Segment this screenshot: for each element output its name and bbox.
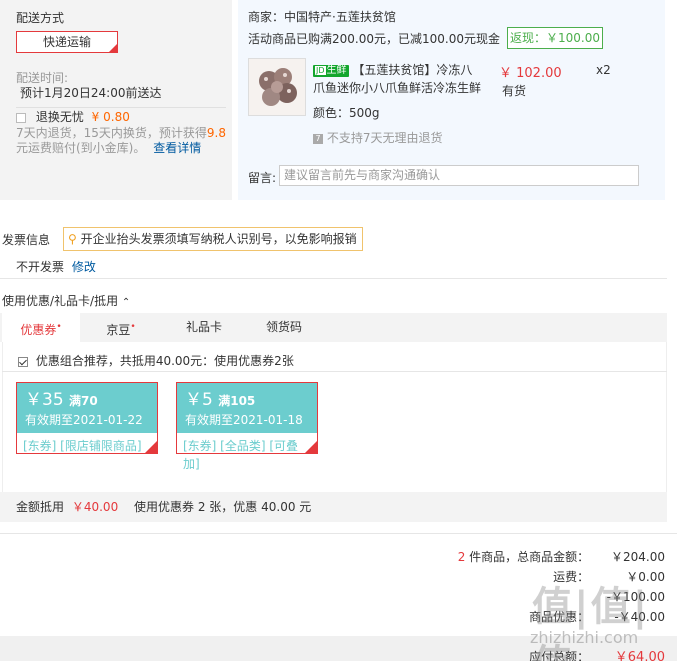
coupon-card[interactable]: ￥35 满70 有效期至2021-01-22 [东券] [限店铺限商品]	[16, 382, 158, 454]
summary-description: 使用优惠券 2 张，优惠 40.00 元	[134, 500, 312, 514]
product-thumbnail[interactable]	[248, 58, 306, 116]
goods-total-row: 2 件商品，总商品金额： ￥204.00	[458, 548, 665, 565]
tab-gift-card[interactable]: 礼品卡	[164, 313, 244, 342]
merchant-name: 商家：中国特产·五莲扶贫馆	[248, 10, 396, 24]
coupon-card[interactable]: ￥5 满105 有效期至2021-01-18 [东券] [全品类] [可叠加]	[176, 382, 318, 471]
coupon-amount: ￥35	[25, 390, 64, 410]
coupon-amount-row: ￥35 满70	[25, 389, 149, 412]
invoice-tip: ⚲ 开企业抬头发票须填写纳税人识别号，以免影响报销	[63, 227, 363, 251]
product-quantity: x2	[596, 63, 611, 77]
goods-total-value: ￥204.00	[611, 550, 665, 564]
coupon-condition: 满70	[69, 394, 98, 408]
product-spec: 颜色：500g	[313, 106, 380, 120]
insurance-points: 9.8	[206, 126, 226, 140]
insurance-desc-text: 7天内退货，15天内换货，预计获得	[16, 126, 207, 140]
coupon-expiry: 有效期至2021-01-22	[25, 413, 143, 427]
coupon-condition: 满105	[218, 394, 256, 408]
tab-label: 优惠券	[20, 323, 57, 337]
item-count: 2	[457, 550, 466, 564]
tab-dot: •	[56, 322, 62, 332]
product-price: ￥ 102.00	[499, 66, 562, 81]
invoice-edit-link[interactable]: 修改	[72, 260, 96, 274]
selected-check-icon	[145, 441, 157, 453]
selected-check-icon	[305, 441, 317, 453]
invoice-value: 不开发票	[16, 260, 65, 274]
stock-status: 有货	[502, 84, 527, 98]
promo-text: 活动商品已购满200.00元，已减100.00元现金	[248, 32, 500, 46]
watermark: 值|值|值	[532, 584, 650, 661]
coupon-scope: [东券] [限店铺限商品]	[23, 439, 142, 453]
cashback-badge: 返现：￥100.00	[507, 27, 603, 49]
discount-section-toggle[interactable]: 使用优惠/礼品卡/抵用 ⌃	[2, 292, 130, 309]
shipping-title: 配送方式	[16, 11, 65, 25]
divider	[2, 371, 667, 372]
product-name[interactable]: JD 生鲜 【五莲扶贫馆】冷冻八 爪鱼迷你小八爪鱼鲜活冷冻生鲜	[313, 61, 493, 97]
product-name-line2: 爪鱼迷你小八爪鱼鲜活冷冻生鲜	[313, 81, 482, 95]
insurance-label: 退换无忧	[35, 110, 84, 124]
invoice-tip-text: 开企业抬头发票须填写纳税人识别号，以免影响报销	[80, 232, 357, 246]
discount-section-title: 使用优惠/礼品卡/抵用	[2, 294, 119, 308]
insurance-price: ¥ 0.80	[91, 110, 130, 124]
tab-jingdou[interactable]: 京豆•	[82, 313, 160, 342]
insurance-row: 退换无忧 ¥ 0.80	[16, 108, 130, 125]
goods-total-label: 件商品，总商品金额：	[469, 550, 590, 564]
summary-amount: ￥40.00	[71, 500, 119, 514]
tab-coupons[interactable]: 优惠券•	[2, 313, 80, 342]
message-placeholder: 建议留言前先与商家沟通确认	[284, 168, 441, 182]
invoice-value-row: 不开发票 修改	[16, 258, 96, 275]
coupon-face: ￥5 满105 有效期至2021-01-18	[177, 383, 317, 433]
insurance-description: 7天内退货，15天内换货，预计获得9.8 元运费赔付(到小金库)。 查看详情	[16, 126, 230, 156]
express-shipping-label: 快递运输	[42, 35, 91, 49]
tab-dot: •	[130, 322, 136, 332]
insurance-desc-text-2: 元运费赔付(到小金库)。	[16, 141, 146, 155]
tab-label: 京豆	[106, 323, 131, 337]
insurance-checkbox[interactable]	[16, 112, 26, 123]
chevron-up-icon: ⌃	[121, 297, 131, 308]
coupon-summary: 金额抵用 ￥40.00 使用优惠券 2 张，优惠 40.00 元	[0, 492, 667, 522]
tab-label: 礼品卡	[185, 320, 222, 334]
summary-label: 金额抵用	[16, 500, 65, 514]
coupon-face: ￥35 满70 有效期至2021-01-22	[17, 383, 157, 433]
no-return-notice: 7 不支持7天无理由退货	[313, 129, 442, 146]
combo-recommend-row: 优惠组合推荐，共抵用40.00元：使用优惠券2张	[18, 352, 294, 369]
tab-label: 领货码	[265, 320, 302, 334]
combo-checkbox[interactable]	[18, 356, 28, 367]
fresh-tag-label: 生鲜	[326, 65, 347, 76]
message-input[interactable]: 建议留言前先与商家沟通确认	[279, 165, 639, 186]
location-pin-icon: ⚲	[68, 232, 77, 246]
combo-text: 优惠组合推荐，共抵用40.00元：使用优惠券2张	[35, 354, 294, 368]
divider	[0, 533, 677, 534]
watermark-url: zhizhizhi.com	[530, 628, 639, 647]
fresh-tag: JD 生鲜	[313, 65, 349, 77]
octopus-image	[249, 59, 305, 115]
selected-corner-icon	[109, 44, 117, 52]
coupon-expiry: 有效期至2021-01-18	[185, 413, 303, 427]
coupon-amount: ￥5	[185, 390, 213, 410]
message-label: 留言:	[248, 171, 277, 185]
divider	[0, 278, 667, 279]
coupon-scope: [东券] [全品类] [可叠加]	[183, 439, 299, 471]
product-name-line1: 【五莲扶贫馆】冷冻八	[352, 63, 473, 77]
invoice-title: 发票信息	[2, 233, 51, 247]
delivery-time-value: 预计1月20日24:00前送达	[20, 86, 162, 100]
insurance-details-link[interactable]: 查看详情	[153, 141, 201, 155]
coupon-amount-row: ￥5 满105	[185, 389, 309, 412]
no-return-icon: 7	[313, 133, 323, 144]
tab-redeem-code[interactable]: 领货码	[244, 313, 324, 342]
express-shipping-button[interactable]: 快递运输	[16, 31, 118, 53]
no-return-text: 不支持7天无理由退货	[326, 131, 443, 145]
